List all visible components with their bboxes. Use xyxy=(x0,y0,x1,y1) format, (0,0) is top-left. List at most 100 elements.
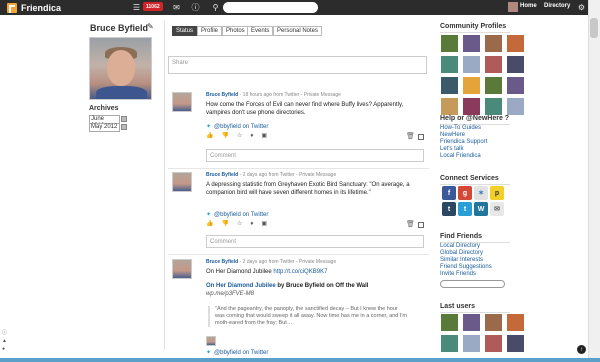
star-icon[interactable]: ☆ xyxy=(237,221,242,227)
user-avatar[interactable] xyxy=(508,2,518,12)
find-link-similar-interests[interactable]: Similar Interests xyxy=(440,257,483,263)
shared-post-source: wp.me/p3FVE-M8 xyxy=(206,291,255,297)
info-side-icon[interactable]: ⓘ xyxy=(2,329,8,336)
like-icon[interactable]: 👍 xyxy=(206,133,213,139)
tab-status[interactable]: Status xyxy=(172,26,198,36)
user-thumbnail[interactable] xyxy=(507,56,524,73)
shield-side-icon[interactable]: ▲ xyxy=(2,338,8,344)
search-input[interactable] xyxy=(223,2,318,13)
user-thumbnail[interactable] xyxy=(507,98,524,115)
email-icon[interactable]: ✉ xyxy=(490,202,504,216)
post-author-link[interactable]: Bruce Byfield xyxy=(206,259,238,265)
twitter-source[interactable]: ✦ @bbyfield on Twitter xyxy=(206,349,268,356)
shared-author-avatar[interactable] xyxy=(206,336,216,346)
dislike-icon[interactable]: 👎 xyxy=(221,133,228,139)
user-thumbnail[interactable] xyxy=(485,314,502,331)
help-link-support[interactable]: Friendica Support xyxy=(440,139,487,145)
find-friends-input[interactable] xyxy=(440,280,505,288)
post-author-link[interactable]: Bruce Byfield xyxy=(206,172,238,178)
share-input[interactable]: Share xyxy=(168,56,427,74)
tag-icon[interactable]: ♦ xyxy=(250,221,253,227)
user-thumbnail[interactable] xyxy=(441,335,458,352)
post-author-avatar[interactable] xyxy=(172,172,192,192)
user-thumbnail[interactable] xyxy=(441,77,458,94)
select-checkbox[interactable] xyxy=(418,134,424,140)
user-thumbnail[interactable] xyxy=(463,98,480,115)
info-icon[interactable]: ⓘ xyxy=(190,2,201,13)
edit-pencil-icon[interactable]: ✎ xyxy=(147,22,154,31)
user-thumbnail[interactable] xyxy=(441,35,458,52)
tab-events[interactable]: Events xyxy=(247,26,274,36)
diaspora-icon[interactable]: ✶ xyxy=(474,186,488,200)
user-thumbnail[interactable] xyxy=(507,335,524,352)
like-icon[interactable]: 👍 xyxy=(206,221,213,227)
search-field[interactable] xyxy=(223,2,318,13)
person-side-icon[interactable]: ● xyxy=(2,346,8,352)
comment-input[interactable]: Comment xyxy=(206,235,424,248)
user-thumbnail[interactable] xyxy=(463,35,480,52)
nav-directory-link[interactable]: Directory xyxy=(544,3,570,9)
post-author-avatar[interactable] xyxy=(172,92,192,112)
user-thumbnail[interactable] xyxy=(507,35,524,52)
user-thumbnail[interactable] xyxy=(485,56,502,73)
shared-post-link[interactable]: On Her Diamond Jubilee xyxy=(206,283,276,289)
tab-profile[interactable]: Profile xyxy=(197,26,223,36)
user-thumbnail[interactable] xyxy=(485,77,502,94)
archive-expand-icon[interactable] xyxy=(121,116,127,122)
help-link-how-to[interactable]: How-To Guides xyxy=(440,125,481,131)
settings-gear-icon[interactable]: ⚙ xyxy=(576,2,587,13)
user-thumbnail[interactable] xyxy=(441,56,458,73)
user-thumbnail[interactable] xyxy=(507,77,524,94)
tag-icon[interactable]: ♦ xyxy=(250,133,253,139)
wordpress-icon[interactable]: W xyxy=(474,202,488,216)
tumblr-icon[interactable]: t xyxy=(442,202,456,216)
messages-icon[interactable]: ✉ xyxy=(171,2,182,13)
search-icon[interactable]: ⚲ xyxy=(210,2,221,13)
twitter-source[interactable]: ✦ @bbyfield on Twitter xyxy=(206,123,268,130)
scrollbar-thumb[interactable] xyxy=(590,18,598,38)
facebook-icon[interactable]: f xyxy=(442,186,456,200)
trash-icon[interactable]: 🗑 xyxy=(406,132,415,140)
notification-count-badge[interactable]: 11062 xyxy=(143,2,163,11)
help-link-local-friendica[interactable]: Local Friendica xyxy=(440,153,481,159)
dislike-icon[interactable]: 👎 xyxy=(221,221,228,227)
help-link-lets-talk[interactable]: Let's talk xyxy=(440,146,464,152)
twitter-icon[interactable]: t xyxy=(458,202,472,216)
post-body-link[interactable]: http://t.co/ciQKB9K7 xyxy=(273,269,327,275)
nav-home-link[interactable]: Home xyxy=(520,3,537,9)
file-icon[interactable]: ▣ xyxy=(261,133,267,139)
tab-personal-notes[interactable]: Personal Notes xyxy=(273,26,323,36)
find-link-invite-friends[interactable]: Invite Friends xyxy=(440,271,476,277)
heading-underline xyxy=(440,32,510,33)
post-author-link[interactable]: Bruce Byfield xyxy=(206,92,238,98)
post-author-avatar[interactable] xyxy=(172,259,192,279)
twitter-source[interactable]: ✦ @bbyfield on Twitter xyxy=(206,211,268,218)
user-thumbnail[interactable] xyxy=(463,335,480,352)
scroll-to-top-button[interactable]: ↑ xyxy=(577,345,586,354)
select-checkbox[interactable] xyxy=(418,222,424,228)
star-icon[interactable]: ☆ xyxy=(237,133,242,139)
user-thumbnail[interactable] xyxy=(441,98,458,115)
find-link-global-directory[interactable]: Global Directory xyxy=(440,250,483,256)
google-icon[interactable]: g xyxy=(458,186,472,200)
help-link-newhere[interactable]: NewHere xyxy=(440,132,465,138)
user-thumbnail[interactable] xyxy=(463,77,480,94)
comment-input[interactable]: Comment xyxy=(206,149,424,162)
app-logo[interactable]: Friendica xyxy=(7,2,61,13)
file-icon[interactable]: ▣ xyxy=(261,221,267,227)
user-thumbnail[interactable] xyxy=(463,314,480,331)
trash-icon[interactable]: 🗑 xyxy=(406,220,415,228)
user-thumbnail[interactable] xyxy=(463,56,480,73)
user-thumbnail[interactable] xyxy=(485,98,502,115)
tab-photos[interactable]: Photos xyxy=(222,26,249,36)
archive-item-may-2012[interactable]: May 2012 xyxy=(89,123,120,132)
statusnet-icon[interactable]: p xyxy=(490,186,504,200)
user-thumbnail[interactable] xyxy=(441,314,458,331)
user-thumbnail[interactable] xyxy=(485,35,502,52)
network-icon[interactable]: ☰ xyxy=(131,2,142,13)
find-link-friend-suggestions[interactable]: Friend Suggestions xyxy=(440,264,492,270)
user-thumbnail[interactable] xyxy=(507,314,524,331)
archive-expand-icon[interactable] xyxy=(121,124,127,130)
find-link-local-directory[interactable]: Local Directory xyxy=(440,243,480,249)
user-thumbnail[interactable] xyxy=(485,335,502,352)
